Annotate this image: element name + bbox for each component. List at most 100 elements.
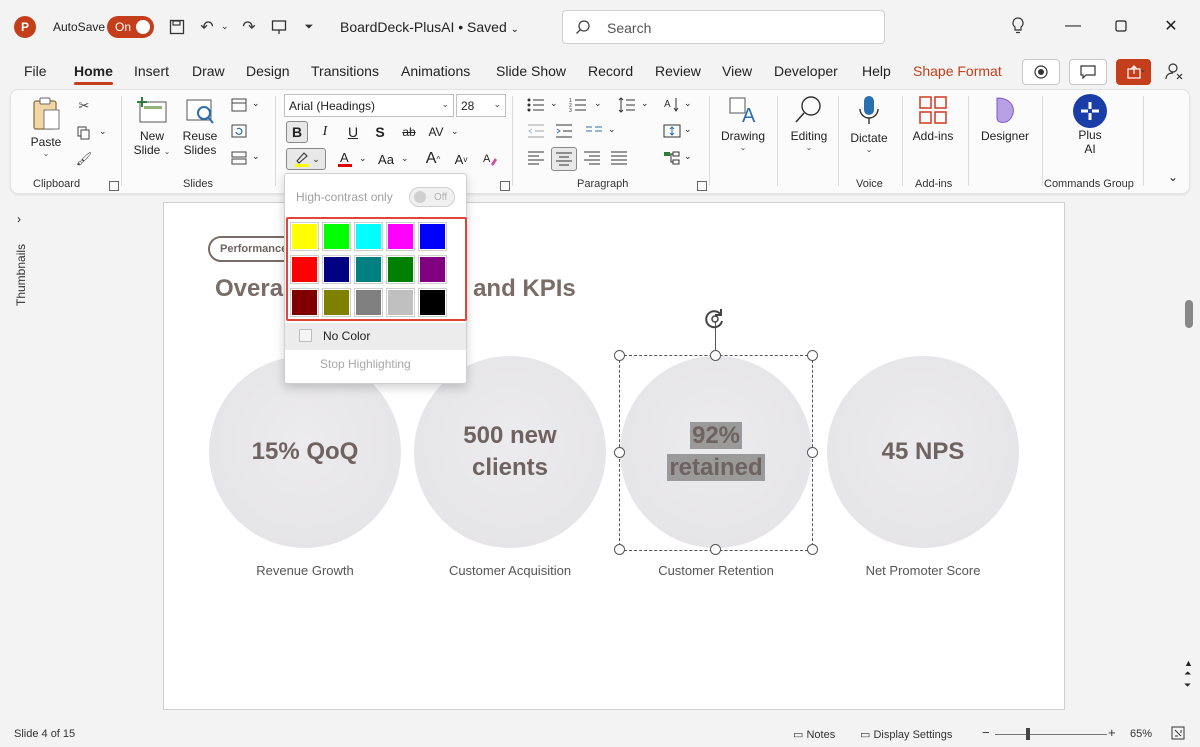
next-slide-icon[interactable]: ⏷: [1184, 680, 1191, 691]
columns-icon[interactable]: [584, 121, 604, 141]
bullets-chevron-icon[interactable]: ⌄: [550, 98, 558, 109]
highlight-swatch[interactable]: [386, 255, 415, 284]
record-button[interactable]: [1022, 59, 1060, 85]
zoom-slider[interactable]: [995, 734, 1107, 735]
smartart-chevron-icon[interactable]: ⌄: [684, 151, 692, 162]
layout-icon[interactable]: [229, 95, 249, 115]
kpi-circle-acquisition[interactable]: 500 new clients: [414, 356, 606, 548]
kpi-label[interactable]: Net Promoter Score: [827, 563, 1019, 578]
highlight-swatch[interactable]: [322, 255, 351, 284]
highlight-swatch[interactable]: [290, 288, 319, 317]
comments-button[interactable]: [1069, 59, 1107, 85]
high-contrast-toggle[interactable]: Off: [409, 187, 455, 207]
smartart-icon[interactable]: [662, 148, 682, 168]
highlight-swatch[interactable]: [290, 222, 319, 251]
plus-ai-button[interactable]: Plus AI: [1061, 94, 1119, 156]
align-left-icon[interactable]: [526, 148, 546, 168]
close-icon[interactable]: ✕: [1156, 14, 1186, 38]
zoom-level[interactable]: 65%: [1130, 728, 1152, 740]
increase-indent-icon[interactable]: [554, 121, 574, 141]
vertical-scrollbar[interactable]: ▲ ⏶ ⏷: [1181, 200, 1197, 700]
resize-handle-w[interactable]: [614, 447, 625, 458]
highlight-swatch[interactable]: [322, 288, 351, 317]
tab-help[interactable]: Help: [862, 63, 891, 79]
zoom-in-icon[interactable]: +: [1108, 725, 1116, 740]
resize-handle-e[interactable]: [807, 447, 818, 458]
tab-record[interactable]: Record: [588, 63, 633, 79]
align-text-icon[interactable]: [662, 121, 682, 141]
document-name[interactable]: BoardDeck-PlusAI • Saved ⌄: [340, 19, 519, 35]
change-case-button[interactable]: Aa: [375, 148, 397, 170]
decrease-font-size-button[interactable]: Av: [450, 148, 472, 170]
drawing-button[interactable]: A Drawing ⌄: [715, 94, 771, 152]
thumbnails-label[interactable]: Thumbnails: [14, 244, 28, 306]
copy-chevron-icon[interactable]: ⌄: [99, 126, 107, 137]
underline-button[interactable]: U: [342, 121, 364, 143]
tab-transitions[interactable]: Transitions: [311, 63, 379, 79]
font-color-button[interactable]: A: [334, 148, 356, 170]
autosave-toggle[interactable]: On: [107, 16, 154, 38]
layout-chevron-icon[interactable]: ⌄: [252, 98, 260, 109]
resize-handle-ne[interactable]: [807, 350, 818, 361]
highlight-swatch[interactable]: [386, 288, 415, 317]
resize-handle-n[interactable]: [710, 350, 721, 361]
section-chevron-icon[interactable]: ⌄: [252, 151, 260, 162]
highlight-swatch[interactable]: [386, 222, 415, 251]
section-icon[interactable]: [229, 148, 249, 168]
addins-button[interactable]: Add-ins: [908, 94, 958, 143]
tab-view[interactable]: View: [722, 63, 752, 79]
kpi-circle-revenue[interactable]: 15% QoQ: [209, 356, 401, 548]
font-launcher-icon[interactable]: [500, 181, 510, 191]
tab-home[interactable]: Home: [74, 63, 113, 85]
rotate-handle-icon[interactable]: [703, 307, 727, 331]
italic-button[interactable]: I: [314, 121, 336, 143]
text-direction-chevron-icon[interactable]: ⌄: [684, 98, 692, 109]
format-painter-icon[interactable]: 🖌: [74, 149, 94, 169]
align-text-chevron-icon[interactable]: ⌄: [684, 124, 692, 135]
tab-animations[interactable]: Animations: [401, 63, 470, 79]
fit-to-window-icon[interactable]: [1171, 726, 1185, 743]
search-box[interactable]: Search: [562, 10, 885, 44]
kpi-label[interactable]: Customer Acquisition: [414, 563, 606, 578]
tab-draw[interactable]: Draw: [192, 63, 225, 79]
highlight-color-button[interactable]: ⌄: [286, 148, 326, 170]
scroll-thumb[interactable]: [1185, 300, 1193, 328]
new-slide-button[interactable]: New Slide ⌄: [131, 96, 173, 157]
text-shadow-button[interactable]: S: [369, 121, 391, 143]
resize-handle-s[interactable]: [710, 544, 721, 555]
line-spacing-icon[interactable]: [617, 95, 637, 115]
kpi-circle-nps[interactable]: 45 NPS: [827, 356, 1019, 548]
save-icon[interactable]: [166, 16, 188, 38]
cut-icon[interactable]: ✂: [74, 96, 94, 116]
notes-button[interactable]: ▭ Notes: [793, 728, 835, 741]
highlight-swatch[interactable]: [354, 255, 383, 284]
font-color-chevron-icon[interactable]: ⌄: [359, 153, 367, 164]
highlight-swatch[interactable]: [418, 288, 447, 317]
highlight-swatch[interactable]: [354, 222, 383, 251]
redo-icon[interactable]: ↷: [238, 16, 260, 38]
tab-shape-format[interactable]: Shape Format: [913, 63, 1002, 79]
clear-formatting-icon[interactable]: A: [479, 148, 501, 170]
editing-button[interactable]: Editing ⌄: [781, 94, 837, 152]
line-spacing-chevron-icon[interactable]: ⌄: [641, 98, 649, 109]
text-direction-icon[interactable]: A: [662, 95, 682, 115]
highlight-swatch[interactable]: [290, 255, 319, 284]
tab-design[interactable]: Design: [246, 63, 290, 79]
resize-handle-se[interactable]: [807, 544, 818, 555]
paste-button[interactable]: Paste ⌄: [28, 96, 64, 158]
character-spacing-button[interactable]: AV: [425, 121, 447, 143]
bold-button[interactable]: B: [286, 121, 308, 143]
lightbulb-icon[interactable]: [1003, 14, 1033, 38]
minimize-icon[interactable]: —: [1058, 14, 1088, 38]
highlight-swatch[interactable]: [418, 255, 447, 284]
kpi-label[interactable]: Revenue Growth: [209, 563, 401, 578]
no-color-option[interactable]: No Color: [285, 323, 466, 350]
bullets-icon[interactable]: [526, 95, 546, 115]
highlight-swatch[interactable]: [354, 288, 383, 317]
clipboard-launcher-icon[interactable]: [109, 181, 119, 191]
display-settings-button[interactable]: ▭ Display Settings: [860, 728, 952, 741]
highlight-swatch[interactable]: [322, 222, 351, 251]
columns-chevron-icon[interactable]: ⌄: [608, 124, 616, 135]
paragraph-launcher-icon[interactable]: [697, 181, 707, 191]
tab-insert[interactable]: Insert: [134, 63, 169, 79]
